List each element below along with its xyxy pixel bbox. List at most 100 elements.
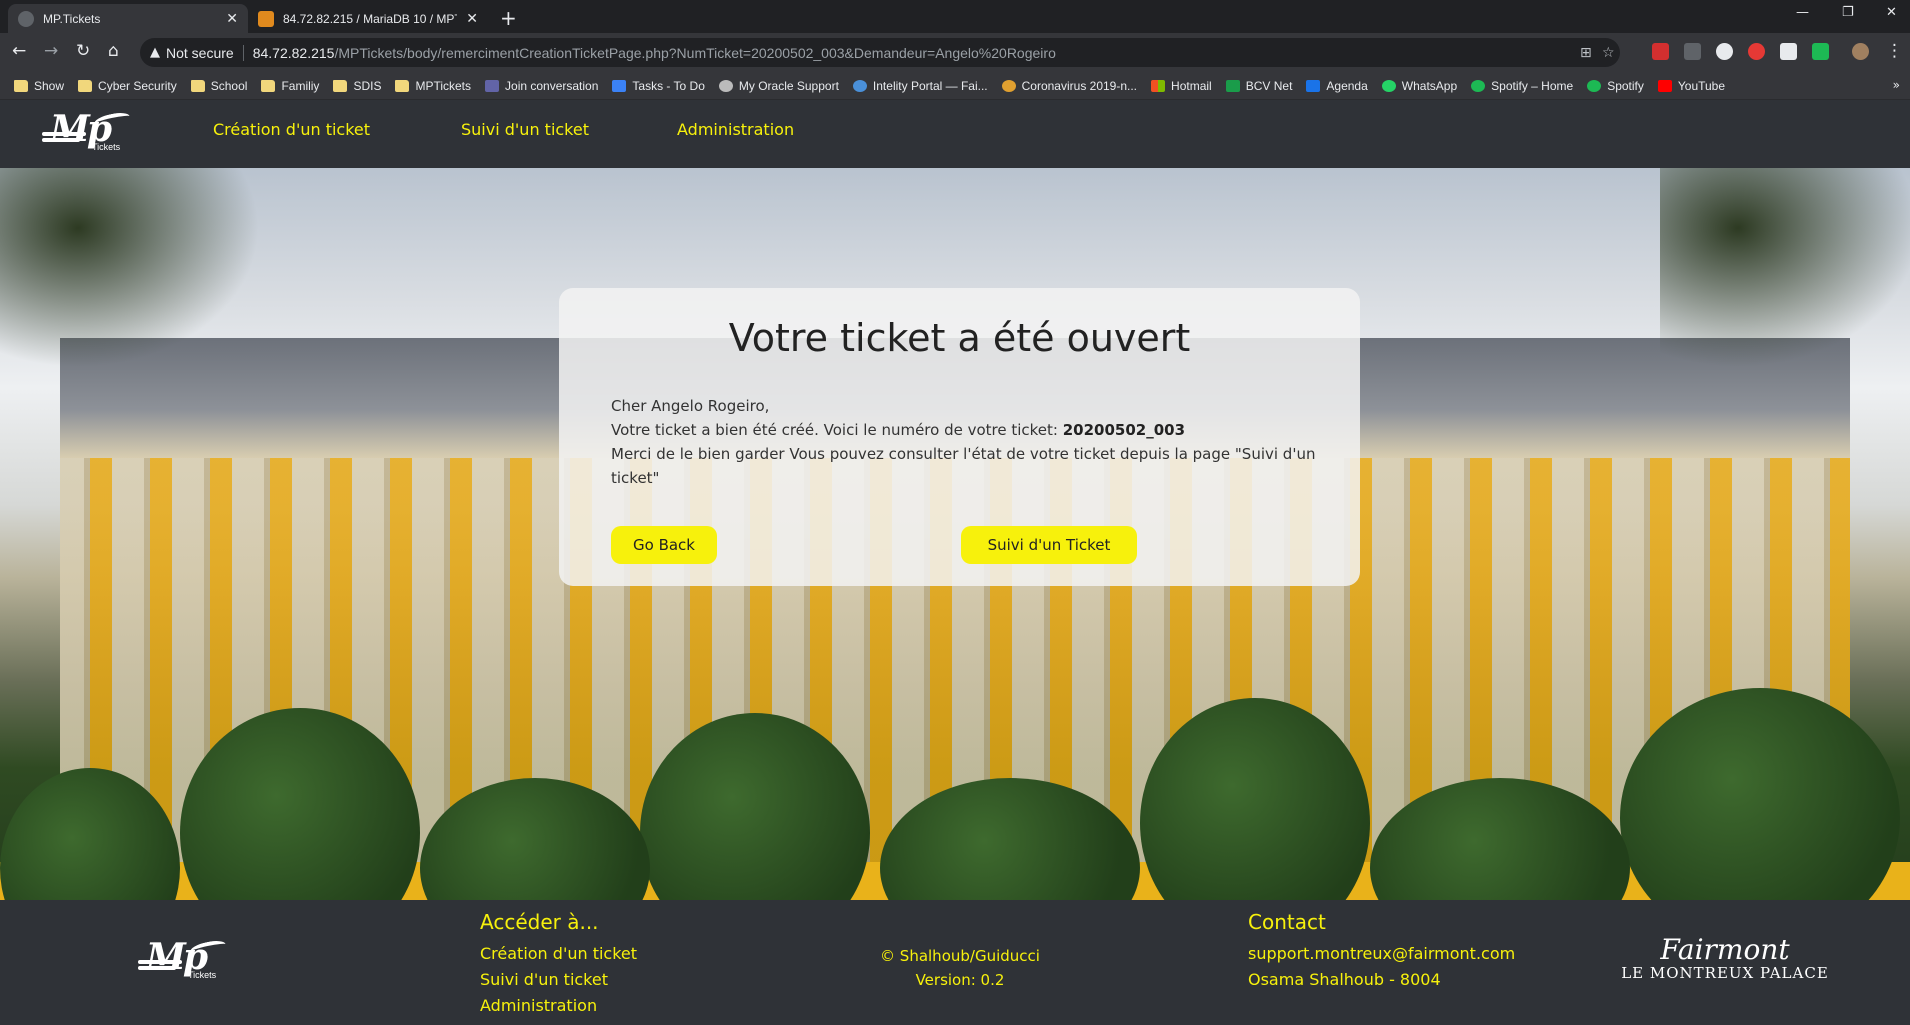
fairmont-script: Fairmont (1660, 933, 1790, 966)
browser-tabstrip: MP.Tickets ✕ 84.72.82.215 / MariaDB 10 /… (0, 0, 1910, 33)
bookmark-label: Familiy (281, 78, 320, 93)
version: Version: 0.2 (915, 971, 1005, 989)
restore-button[interactable]: ❐ (1842, 5, 1854, 20)
tab-mptickets[interactable]: MP.Tickets ✕ (8, 4, 248, 33)
spotify-icon (1471, 79, 1486, 92)
browser-toolbar: ← → ↻ ⌂ ▲ Not secure 84.72.82.215 /MPTic… (0, 33, 1910, 72)
nav-administration[interactable]: Administration (677, 120, 794, 139)
bookmark-coronavirus[interactable]: Coronavirus 2019-n... (1001, 79, 1137, 93)
footer-link-suivi[interactable]: Suivi d'un ticket (480, 970, 608, 989)
site-footer: Mp Tickets Accéder à... Création d'un ti… (0, 900, 1910, 1025)
confirmation-card: Votre ticket a été ouvert Cher Angelo Ro… (559, 288, 1360, 586)
bookmark-show[interactable]: Show (14, 79, 64, 93)
bookmark-label: School (210, 78, 248, 93)
footer-link-administration[interactable]: Administration (480, 996, 597, 1015)
security-label: Not secure (166, 44, 234, 61)
bookmark-school[interactable]: School (190, 78, 248, 93)
teams-icon (485, 79, 500, 92)
keep-ticket-note: Merci de le bien garder Vous pouvez cons… (611, 445, 1316, 487)
bookmark-sdis[interactable]: SDIS (333, 79, 381, 93)
fairmont-logo: Fairmont LE MONTREUX PALACE (1620, 933, 1830, 983)
bookmark-spotify-home[interactable]: Spotify – Home (1471, 79, 1573, 93)
ticket-number: 20200502_003 (1062, 421, 1186, 439)
bookmark-youtube[interactable]: YouTube (1657, 79, 1725, 93)
bookmark-oracle[interactable]: My Oracle Support (718, 78, 839, 93)
folder-icon (395, 79, 410, 92)
palm-tree-left (0, 168, 260, 368)
bookmark-intelity[interactable]: Intelity Portal — Fai... (852, 79, 988, 93)
footer-contact-heading: Contact (1248, 910, 1326, 934)
bookmark-bcv[interactable]: BCV Net (1225, 79, 1292, 93)
translate-icon[interactable]: ⊞ (1580, 45, 1592, 61)
minimize-button[interactable]: — (1796, 5, 1809, 20)
ticket-created-text: Votre ticket a bien été créé. Voici le n… (611, 421, 1063, 439)
greeting: Cher Angelo Rogeiro, (611, 397, 770, 415)
mp-tickets-logo-footer[interactable]: Mp Tickets (138, 936, 228, 982)
back-arrow-icon[interactable]: ← (12, 41, 26, 61)
adblock-icon[interactable] (1652, 43, 1669, 60)
bookmark-label: My Oracle Support (738, 78, 839, 93)
url-host: 84.72.82.215 (252, 44, 335, 61)
bookmark-label: Cyber Security (98, 78, 177, 93)
globe-icon (18, 10, 34, 27)
menu-icon[interactable]: ⋮ (1886, 41, 1903, 61)
bcv-icon (1225, 79, 1240, 92)
close-tab-icon[interactable]: ✕ (466, 11, 478, 27)
bookmark-label: Join conversation (505, 78, 599, 93)
footer-credits: © Shalhoub/Guiducci Version: 0.2 (860, 944, 1060, 992)
new-tab-button[interactable]: + (500, 6, 517, 30)
copyright: © Shalhoub/Guiducci (880, 947, 1040, 965)
warning-icon: ▲ (150, 45, 160, 60)
contact-email-link[interactable]: support.montreux@fairmont.com (1248, 944, 1515, 963)
window-close-button[interactable]: ✕ (1886, 5, 1897, 20)
star-icon[interactable]: ☆ (1602, 45, 1615, 61)
bookmark-spotify[interactable]: Spotify (1587, 79, 1644, 93)
calendar-icon (1306, 79, 1321, 92)
logo-subtext: Tickets (92, 142, 121, 152)
footer-link-creation[interactable]: Création d'un ticket (480, 944, 637, 963)
confirmation-message: Cher Angelo Rogeiro, Votre ticket a bien… (611, 394, 1331, 490)
avatar[interactable] (1852, 43, 1869, 60)
bookmark-label: Spotify (1607, 78, 1644, 93)
home-icon[interactable]: ⌂ (108, 41, 119, 61)
palm-tree-right (1660, 168, 1910, 368)
check-icon (612, 79, 627, 92)
url-path: /MPTickets/body/remercimentCreationTicke… (334, 44, 1056, 61)
bookmark-label: Show (34, 78, 65, 93)
s-extension-icon[interactable] (1780, 43, 1797, 60)
bookmark-cyber-security[interactable]: Cyber Security (78, 79, 177, 93)
oracle-icon (718, 79, 733, 92)
circle-extension-icon[interactable] (1716, 43, 1733, 60)
forward-arrow-icon[interactable]: → (44, 41, 58, 61)
arrow-extension-icon[interactable] (1812, 43, 1829, 60)
nav-creation-ticket[interactable]: Création d'un ticket (213, 120, 370, 139)
page-title: Votre ticket a été ouvert (728, 316, 1191, 360)
close-tab-icon[interactable]: ✕ (226, 11, 238, 27)
logo-subtext: Tickets (188, 970, 217, 980)
tab-title: 84.72.82.215 / MariaDB 10 / MPT (283, 11, 458, 26)
reload-icon[interactable]: ↻ (76, 41, 90, 61)
block-extension-icon[interactable] (1748, 43, 1765, 60)
folder-icon (14, 79, 28, 92)
bookmark-label: SDIS (353, 78, 382, 93)
go-back-button[interactable]: Go Back (611, 526, 717, 564)
bookmark-mptickets[interactable]: MPTickets (395, 79, 471, 93)
mp-tickets-logo[interactable]: Mp Tickets (42, 108, 132, 154)
bookmark-label: Tasks - To Do (632, 78, 705, 93)
bookmark-whatsapp[interactable]: WhatsApp (1381, 79, 1457, 93)
address-bar[interactable]: ▲ Not secure 84.72.82.215 /MPTickets/bod… (140, 38, 1620, 67)
spinner-icon (852, 79, 867, 92)
bookmark-agenda[interactable]: Agenda (1306, 79, 1368, 93)
microsoft-icon (1151, 79, 1166, 92)
pen-extension-icon[interactable] (1684, 43, 1701, 60)
suivi-ticket-button[interactable]: Suivi d'un Ticket (961, 526, 1137, 564)
bookmarks-overflow-icon[interactable]: » (1893, 78, 1900, 92)
bookmark-hotmail[interactable]: Hotmail (1151, 79, 1212, 93)
bookmark-join-conversation[interactable]: Join conversation (485, 79, 598, 93)
bookmark-tasks[interactable]: Tasks - To Do (612, 78, 705, 93)
nav-suivi-ticket[interactable]: Suivi d'un ticket (461, 120, 589, 139)
bookmark-label: MPTickets (415, 78, 472, 93)
tab-phpmyadmin[interactable]: 84.72.82.215 / MariaDB 10 / MPT ✕ (248, 4, 488, 33)
contact-person: Osama Shalhoub - 8004 (1248, 970, 1441, 989)
bookmark-familiy[interactable]: Familiy (261, 79, 319, 93)
